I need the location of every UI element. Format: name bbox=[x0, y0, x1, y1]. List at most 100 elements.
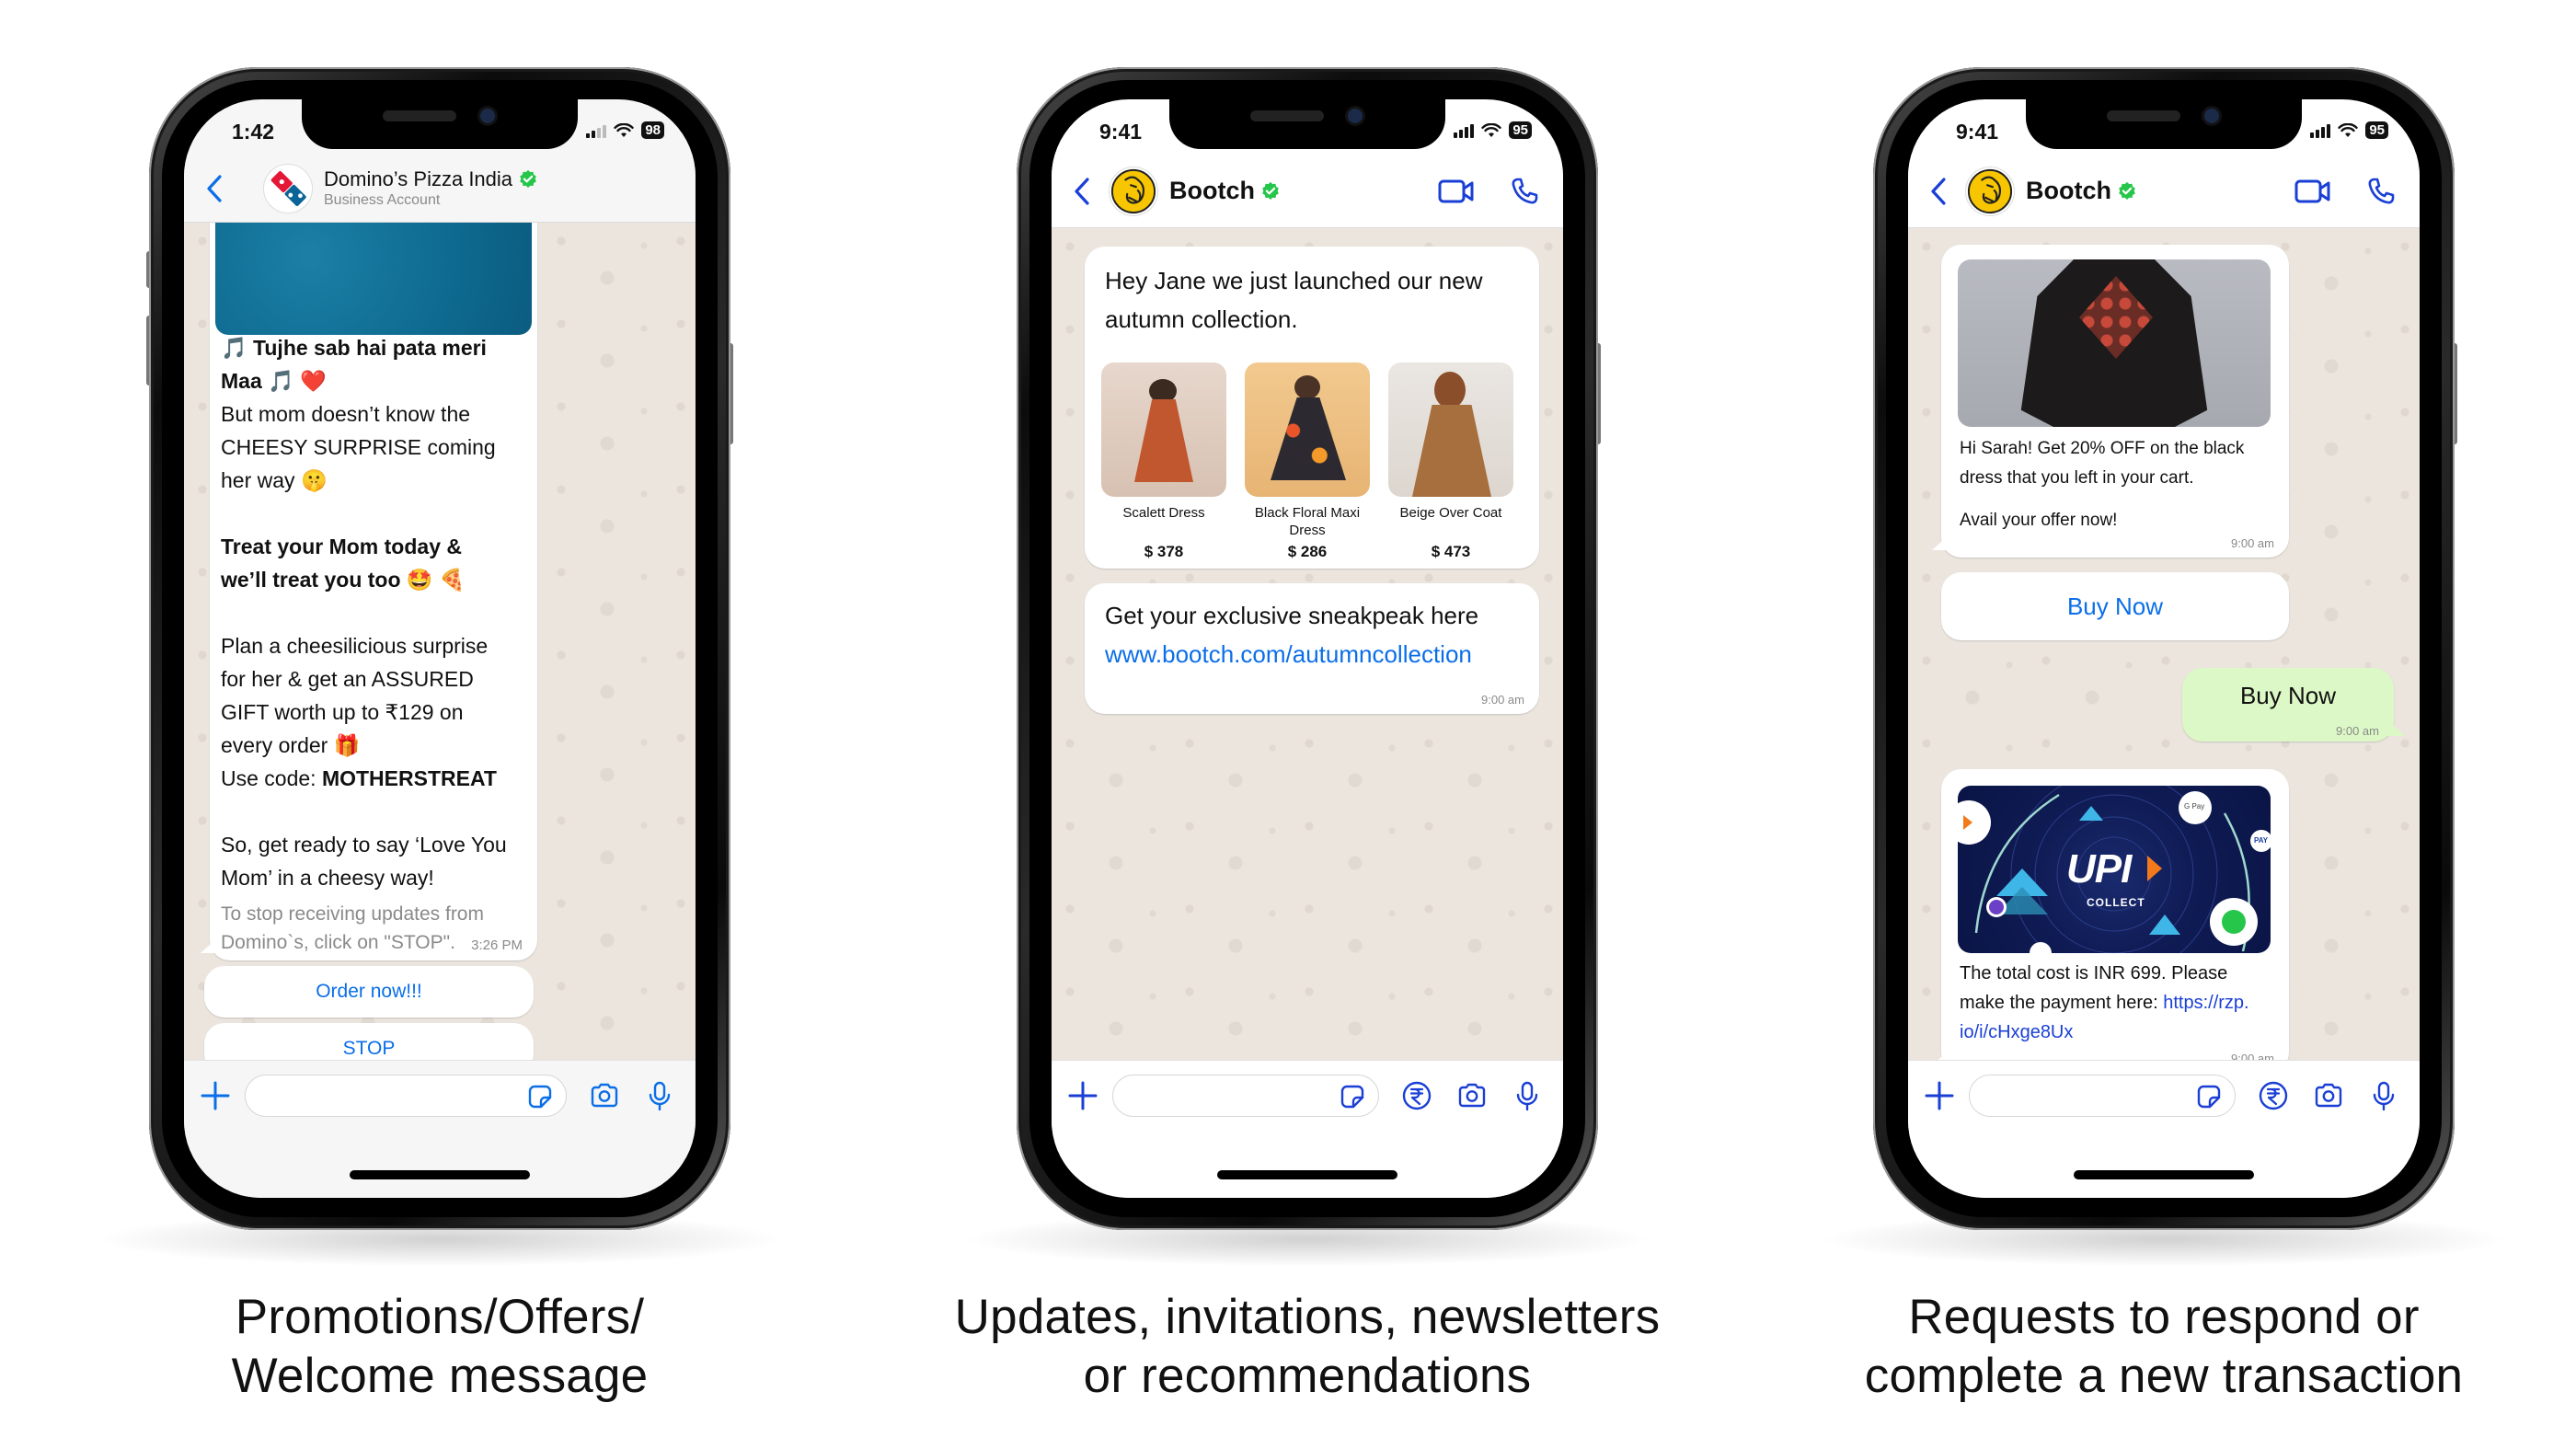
message-text: Hey Jane we just launched our new autumn… bbox=[1105, 267, 1483, 333]
payment-link[interactable]: https://rzp. bbox=[2163, 993, 2248, 1013]
chat-area[interactable]: Hi Sarah! Get 20% OFF on the black dress… bbox=[1908, 228, 2420, 1060]
phone-icon[interactable] bbox=[2366, 177, 2396, 206]
verified-badge-icon bbox=[1262, 181, 1279, 200]
order-now-button[interactable]: Order now!!! bbox=[204, 966, 534, 1018]
message-input[interactable] bbox=[245, 1075, 567, 1117]
message-bubble-offer: Hi Sarah! Get 20% OFF on the black dress… bbox=[1941, 245, 2289, 558]
product-card[interactable]: Scalett Dress $ 378 bbox=[1101, 362, 1226, 561]
back-chevron-icon[interactable] bbox=[201, 170, 228, 207]
music-note-emoji: 🎵 bbox=[221, 336, 247, 360]
caption-promotions: Promotions/Offers/ Welcome message bbox=[231, 1290, 649, 1403]
music-note-emoji: 🎵 bbox=[268, 369, 294, 393]
upi-arrow-icon bbox=[2147, 856, 2162, 881]
message-timestamp: 9:00 am bbox=[2231, 1052, 2274, 1060]
avatar-bootch-logo[interactable] bbox=[1965, 166, 2015, 216]
notch bbox=[1169, 99, 1445, 149]
video-call-icon[interactable] bbox=[1438, 178, 1475, 204]
battery-indicator: 95 bbox=[1509, 121, 1532, 139]
message-timestamp: 9:00 am bbox=[2336, 724, 2379, 738]
message-input[interactable] bbox=[1969, 1075, 2236, 1117]
mic-icon[interactable] bbox=[2368, 1080, 2399, 1111]
product-price: $ 378 bbox=[1144, 543, 1184, 560]
rupee-payment-icon[interactable] bbox=[1401, 1080, 1432, 1111]
upi-collect-label: COLLECT bbox=[2087, 896, 2145, 909]
contact-name[interactable]: Bootch bbox=[1169, 177, 1281, 205]
notch bbox=[302, 99, 578, 149]
contact-name-text: Domino’s Pizza India bbox=[324, 167, 513, 190]
product-name: Beige Over Coat bbox=[1399, 505, 1502, 521]
heart-emoji: ❤️ bbox=[300, 369, 327, 393]
camera-icon[interactable] bbox=[1456, 1080, 1488, 1111]
product-name: Scalett Dress bbox=[1122, 505, 1205, 521]
back-chevron-icon[interactable] bbox=[1925, 173, 1952, 210]
buy-now-button[interactable]: Buy Now bbox=[1941, 572, 2289, 640]
chat-area[interactable]: Hey Jane we just launched our new autumn… bbox=[1052, 228, 1563, 1060]
mic-icon[interactable] bbox=[644, 1080, 675, 1111]
plus-icon[interactable] bbox=[1064, 1077, 1101, 1114]
cellular-signal-icon bbox=[586, 123, 607, 138]
upi-collect-image[interactable]: UPI COLLECT G Pay PAY bbox=[1958, 786, 2271, 953]
star-struck-pizza-emoji: 🤩 🍕 bbox=[406, 568, 466, 592]
product-card[interactable]: Black Floral Maxi Dress $ 286 bbox=[1245, 362, 1370, 561]
product-image bbox=[1101, 362, 1226, 497]
business-account-label: Business Account bbox=[324, 192, 441, 208]
message-timestamp: 9:00 am bbox=[1481, 693, 1524, 707]
mic-icon[interactable] bbox=[1512, 1080, 1543, 1111]
dress-product-image[interactable] bbox=[1958, 259, 2271, 427]
stop-button[interactable]: STOP bbox=[204, 1023, 534, 1060]
contact-name-text: Bootch bbox=[1169, 177, 1255, 204]
cellular-signal-icon bbox=[2310, 123, 2331, 138]
message-input[interactable] bbox=[1112, 1075, 1379, 1117]
composer-bar bbox=[1908, 1060, 2420, 1198]
product-card[interactable]: Beige Over Coat $ 473 bbox=[1388, 362, 1513, 561]
camera-icon[interactable] bbox=[589, 1080, 620, 1111]
message-bubble-payment: UPI COLLECT G Pay PAY The total cost is … bbox=[1941, 769, 2289, 1060]
avatar-dominos-logo[interactable] bbox=[263, 163, 313, 213]
front-camera-icon bbox=[480, 109, 495, 123]
message-text: Hi Sarah! Get 20% OFF on the black dress… bbox=[1960, 439, 2245, 530]
front-camera-icon bbox=[1348, 109, 1363, 123]
collection-link[interactable]: www.bootch.com/autumncollection bbox=[1105, 635, 1472, 673]
contact-name[interactable]: Domino’s Pizza India bbox=[324, 167, 538, 191]
phone-screen: 9:41 95 Bootch bbox=[1052, 99, 1563, 1198]
sticker-icon[interactable] bbox=[1340, 1084, 1365, 1110]
phone-screen: 1:42 98 Domino’s Pizza India Business Ac… bbox=[184, 99, 696, 1198]
message-bubble-promo: 🎵 Tujhe sab hai pata meri Maa 🎵 ❤️ But m… bbox=[210, 223, 537, 960]
product-price: $ 473 bbox=[1431, 543, 1471, 560]
contact-name[interactable]: Bootch bbox=[2026, 177, 2137, 205]
home-indicator[interactable] bbox=[2074, 1170, 2254, 1179]
verified-badge-icon bbox=[520, 169, 536, 188]
rupee-payment-icon[interactable] bbox=[2258, 1080, 2289, 1111]
chat-header: Domino’s Pizza India Business Account bbox=[184, 155, 696, 223]
promo-banner-image[interactable] bbox=[215, 223, 532, 335]
phone-mockup-updates: 9:41 95 Bootch Hey Jane we just launched… bbox=[961, 67, 1653, 1267]
shushing-face-emoji: 🤫 bbox=[300, 468, 328, 492]
home-indicator[interactable] bbox=[1217, 1170, 1397, 1179]
status-time: 9:41 bbox=[1956, 120, 1999, 144]
composer-bar bbox=[184, 1060, 696, 1198]
phone-screen: 9:41 95 Bootch bbox=[1908, 99, 2420, 1198]
product-image bbox=[1245, 362, 1370, 497]
plus-icon[interactable] bbox=[1921, 1077, 1958, 1114]
message-bubble-collection: Hey Jane we just launched our new autumn… bbox=[1085, 247, 1539, 569]
promo-code: MOTHERSTREAT bbox=[321, 766, 497, 790]
unsubscribe-note-line1: To stop receiving updates from bbox=[221, 903, 484, 925]
back-chevron-icon[interactable] bbox=[1068, 173, 1096, 210]
cellular-signal-icon bbox=[1454, 123, 1475, 138]
home-indicator[interactable] bbox=[350, 1170, 530, 1179]
product-name: Black Floral Maxi Dress bbox=[1254, 505, 1361, 538]
payment-link[interactable]: io/i/cHxge8Ux bbox=[1960, 1022, 2073, 1042]
sticker-icon[interactable] bbox=[2196, 1084, 2222, 1110]
phone-icon[interactable] bbox=[1510, 177, 1539, 206]
product-price: $ 286 bbox=[1287, 543, 1328, 560]
sticker-icon[interactable] bbox=[527, 1084, 553, 1110]
camera-icon[interactable] bbox=[2313, 1080, 2344, 1111]
avatar-bootch-logo[interactable] bbox=[1109, 166, 1158, 216]
message-timestamp: 3:26 PM bbox=[471, 937, 523, 953]
front-camera-icon bbox=[2204, 109, 2219, 123]
video-call-icon[interactable] bbox=[2294, 178, 2331, 204]
chat-area[interactable]: 🎵 Tujhe sab hai pata meri Maa 🎵 ❤️ But m… bbox=[184, 223, 696, 1060]
plus-icon[interactable] bbox=[197, 1077, 234, 1114]
phone-mockup-promotions: 1:42 98 Domino’s Pizza India Business Ac… bbox=[94, 67, 786, 1267]
message-body: 🎵 Tujhe sab hai pata meri Maa 🎵 ❤️ But m… bbox=[221, 331, 534, 957]
